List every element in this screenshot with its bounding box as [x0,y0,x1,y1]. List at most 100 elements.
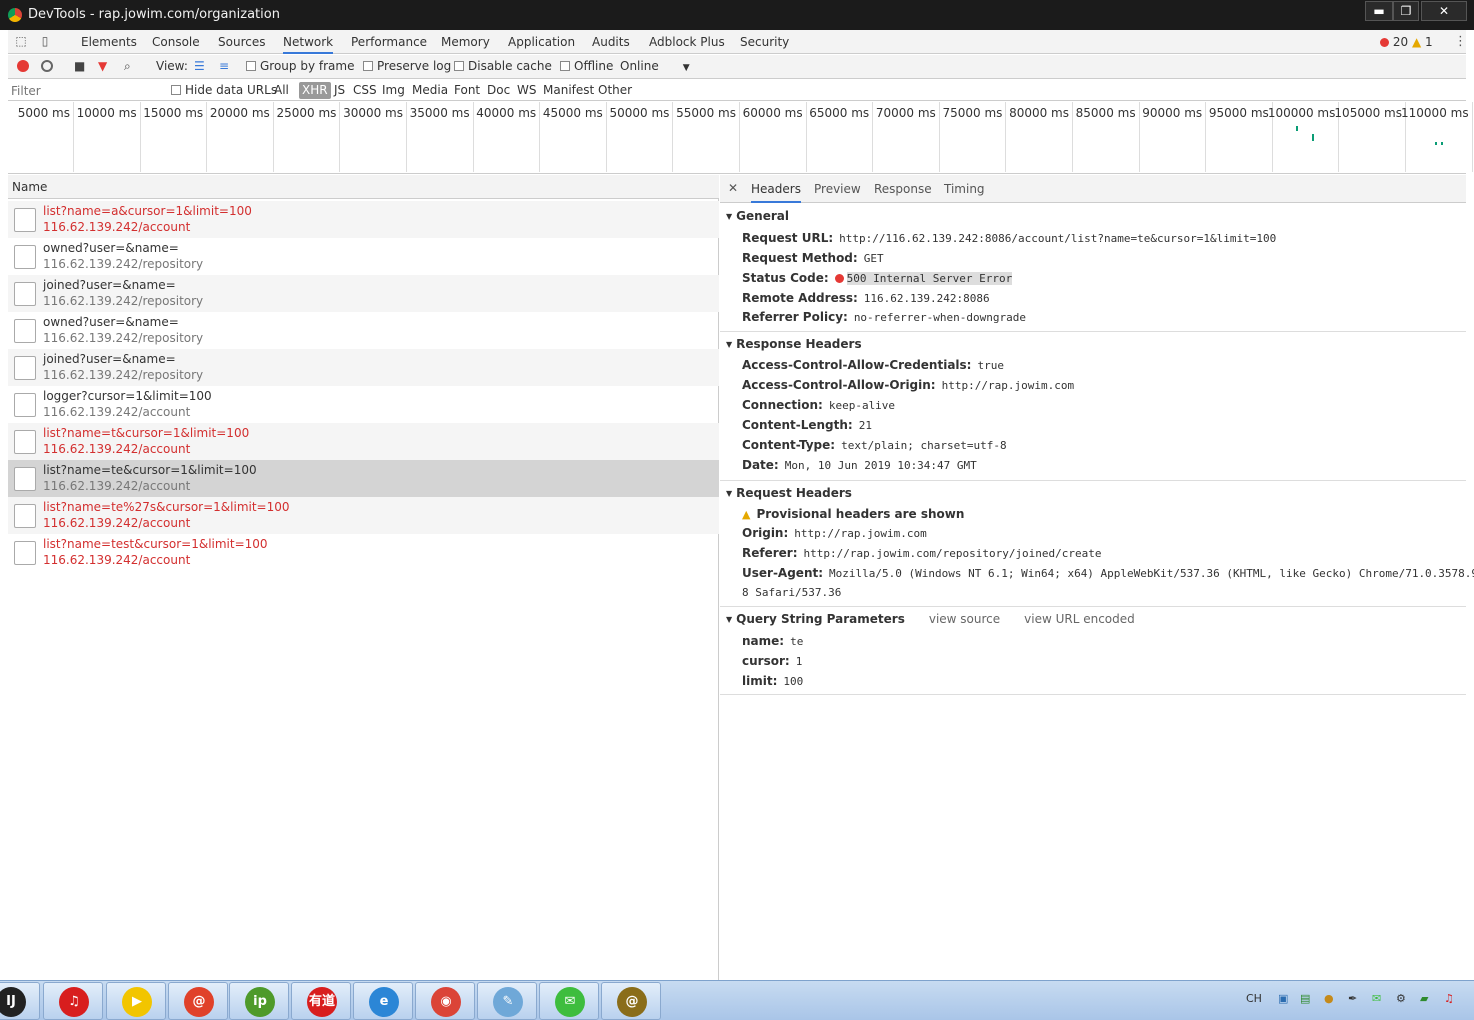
filter-input[interactable] [11,82,159,99]
tab-sources[interactable]: Sources [218,30,265,54]
network-tray-icon[interactable]: ▣ [1278,992,1288,1005]
device-toolbar-icon[interactable]: ▯ [38,34,52,48]
capture-screenshots-icon[interactable]: ■ [74,59,85,73]
nvidia-tray-icon[interactable]: ▰ [1420,992,1428,1005]
minimize-button[interactable]: ▬ [1365,1,1393,21]
tab-memory[interactable]: Memory [441,30,490,54]
clear-button[interactable] [41,60,53,72]
group-by-frame-checkbox[interactable]: Group by frame [246,59,354,73]
request-path: 116.62.139.242/repository [43,294,204,308]
param-key: cursor: [742,654,790,668]
type-filter-img[interactable]: Img [379,82,408,99]
timeline-tick: 45000 ms [541,102,607,172]
taskbar-player-button[interactable]: ▶ [106,982,166,1020]
table-row[interactable]: list?name=te&cursor=1&limit=100 116.62.13… [8,460,719,497]
hide-data-urls-label: Hide data URLs [185,83,278,97]
table-row[interactable]: joined?user=&name= 116.62.139.242/reposit… [8,349,719,386]
table-row[interactable]: owned?user=&name= 116.62.139.242/reposito… [8,312,719,349]
settings-tray-icon[interactable]: ⚙ [1396,992,1406,1005]
referer-row: Referer: http://rap.jowim.com/repository/… [742,546,1102,560]
table-row[interactable]: list?name=t&cursor=1&limit=100 116.62.139… [8,423,719,460]
error-warning-counter[interactable]: 20 ▲ 1 [1380,35,1433,49]
taskbar-wechat-button[interactable]: ✉ [539,982,599,1020]
taskbar-iqiyi-button[interactable]: ip [229,982,289,1020]
search-icon[interactable]: ⌕ [124,59,131,74]
filter-icon[interactable]: ▼ [98,59,107,73]
music-tray-icon[interactable]: ♫ [1444,992,1454,1005]
header-value: Mon, 10 Jun 2019 10:34:47 GMT [784,459,977,472]
taskbar-chrome-button[interactable]: ◉ [415,982,475,1020]
type-filter-font[interactable]: Font [451,82,483,99]
table-row[interactable]: owned?user=&name= 116.62.139.242/reposito… [8,238,719,275]
close-window-button[interactable]: ✕ [1421,1,1467,21]
request-name: list?name=t&cursor=1&limit=100 [43,426,250,440]
tab-application[interactable]: Application [508,30,575,54]
taskbar-netease-music-button[interactable]: ♫ [43,982,103,1020]
taskbar-youdao-button[interactable]: 有道 [291,982,351,1020]
tab-console[interactable]: Console [152,30,200,54]
large-rows-icon[interactable]: ☰ [194,59,205,73]
tab-headers[interactable]: Headers [751,182,801,203]
general-header[interactable]: ▼ General [726,209,789,223]
tab-response[interactable]: Response [874,182,932,196]
tab-timing[interactable]: Timing [944,182,985,196]
type-filter-doc[interactable]: Doc [484,82,513,99]
error-icon [1380,38,1389,47]
view-source-link[interactable]: view source [929,612,1000,626]
taskbar-intellij-button[interactable]: IJ [0,982,40,1020]
preserve-log-checkbox[interactable]: Preserve log [363,59,451,73]
type-filter-js[interactable]: JS [331,82,348,99]
view-url-encoded-link[interactable]: view URL encoded [1024,612,1135,626]
type-filter-media[interactable]: Media [409,82,451,99]
table-row[interactable]: list?name=a&cursor=1&limit=100 116.62.139… [8,201,719,238]
maximize-button[interactable]: ❐ [1393,1,1419,21]
offline-checkbox[interactable]: Offline [560,59,613,73]
request-path: 116.62.139.242/repository [43,368,204,382]
overview-icon[interactable]: ≡ [219,59,229,73]
timeline-tick-label: 60000 ms [742,106,803,120]
close-icon[interactable]: ✕ [728,181,738,195]
name-column-header[interactable]: Name [8,175,719,199]
table-row[interactable]: list?name=te%27s&cursor=1&limit=100 116.6… [8,497,719,534]
query-string-header[interactable]: ▼ Query String Parameters view source view … [726,612,1135,626]
type-filter-manifest[interactable]: Manifest [540,82,597,99]
type-filter-xhr[interactable]: XHR [299,82,331,99]
type-filter-other[interactable]: Other [595,82,635,99]
disable-cache-checkbox[interactable]: Disable cache [454,59,552,73]
query-string-title: Query String Parameters [736,612,905,626]
taskbar-notepad-button[interactable]: ✎ [477,982,537,1020]
type-filter-all[interactable]: All [271,82,292,99]
table-row[interactable]: logger?cursor=1&limit=100 116.62.139.242/… [8,386,719,423]
ink-tray-icon[interactable]: ✒ [1348,992,1357,1005]
tab-preview[interactable]: Preview [814,182,861,196]
tab-performance[interactable]: Performance [351,30,427,54]
wechat-tray-icon[interactable]: ✉ [1372,992,1381,1005]
inspect-element-icon[interactable]: ⬚ [14,34,28,48]
taskbar-snail-app-button[interactable]: @ [601,982,661,1020]
table-row[interactable]: joined?user=&name= 116.62.139.242/reposit… [8,275,719,312]
type-filter-ws[interactable]: WS [514,82,539,99]
tab-security[interactable]: Security [740,30,789,54]
weather-tray-icon[interactable]: ● [1324,992,1334,1005]
tab-audits[interactable]: Audits [592,30,630,54]
request-headers-header[interactable]: ▼ Request Headers [726,486,852,500]
more-options-icon[interactable]: ⋮ [1454,34,1467,49]
battery-tray-icon[interactable]: ▤ [1300,992,1310,1005]
taskbar-snail-button[interactable]: @ [168,982,228,1020]
response-header-row: Content-Length: 21 [742,418,872,432]
request-path: 116.62.139.242/account [43,405,191,419]
tab-adblock-plus[interactable]: Adblock Plus [649,30,725,54]
throttling-select[interactable]: Online ▼ [620,59,690,73]
ime-indicator[interactable]: CH [1246,992,1262,1005]
window-title: DevTools - rap.jowim.com/organization [28,7,280,22]
notepad-icon: ✎ [493,987,523,1017]
tab-network[interactable]: Network [283,30,334,54]
record-button[interactable] [17,60,29,72]
response-headers-header[interactable]: ▼ Response Headers [726,337,862,351]
tab-elements[interactable]: Elements [81,30,137,54]
type-filter-css[interactable]: CSS [350,82,380,99]
table-row[interactable]: list?name=test&cursor=1&limit=100 116.62.… [8,534,719,571]
taskbar-ie-button[interactable]: e [353,982,413,1020]
hide-data-urls-checkbox[interactable]: Hide data URLs [168,82,280,99]
network-overview-timeline[interactable]: 5000 ms 10000 ms 15000 ms 20000 ms 25000 ms 3… [8,102,1473,174]
